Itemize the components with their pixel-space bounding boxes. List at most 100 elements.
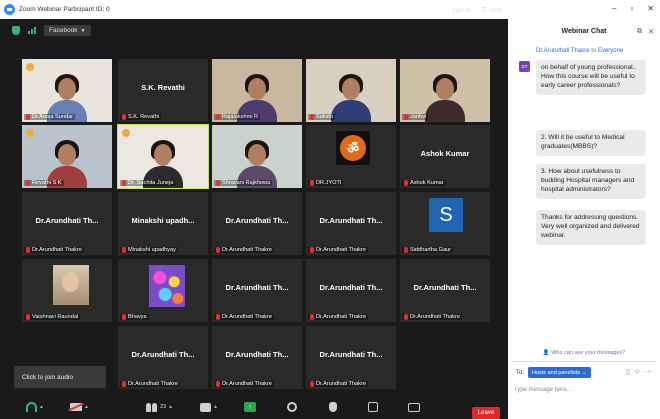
grid-view-icon: ☰ [481, 8, 488, 14]
participant-display-name: Dr.Arundhati Th... [225, 283, 289, 292]
participant-tile[interactable]: Minakshi upadh... Minakshi upadhyay [118, 192, 208, 255]
participant-name-tag: Minakshi upadhyay [120, 247, 178, 253]
muted-mic-icon [216, 114, 220, 120]
participant-tile[interactable]: Bhavya [118, 259, 208, 322]
participant-tile[interactable]: Dr.Arundhati Th... Dr.Arundhati Thakre [212, 192, 302, 255]
chat-message-input[interactable] [514, 383, 654, 397]
facebook-live-button[interactable]: Facebook ▼ [44, 25, 91, 36]
who-can-see-link[interactable]: 👤 Who can see your messages? [508, 350, 660, 356]
switch-view-button[interactable] [368, 401, 378, 413]
participant-tile[interactable]: Dr.Anoja Sundar [22, 59, 112, 122]
switch-icon [368, 402, 378, 412]
sender-audience: Everyone [597, 48, 624, 54]
maximize-icon[interactable]: ▫ [630, 4, 633, 13]
participants-button[interactable]: 23 ▲ [146, 401, 173, 413]
participant-tile[interactable]: Dr.Arundhati Th... Dr.Arundhati Thakre [212, 326, 302, 389]
participant-name-tag: S.K. Revathi [120, 114, 162, 120]
window-titlebar: Zoom Webinar Participant ID: 0 [0, 0, 508, 19]
chevron-up-icon: ▲ [168, 404, 174, 410]
participant-name-tag: Rajalakshmi R [214, 114, 261, 120]
participant-name-tag: Siddhartha Gaur [402, 247, 454, 253]
facebook-live-label: Facebook [49, 27, 78, 34]
file-icon[interactable]: ▯ [626, 368, 630, 376]
zoom-meeting-area: Zoom Webinar Participant ID: 0 Facebook … [0, 0, 508, 419]
muted-mic-icon [404, 180, 408, 186]
muted-mic-icon [26, 247, 30, 253]
participant-name-tag: Sakshi [308, 114, 335, 120]
muted-mic-icon [404, 247, 408, 253]
profile-logo-icon: ॐ [336, 131, 370, 165]
participant-tile[interactable]: Shravani Rajkhowa [212, 125, 302, 188]
participant-tile[interactable]: ॐ DR.JYOTI [306, 125, 396, 188]
participant-name: Janhvi [410, 114, 427, 120]
profile-picture [149, 265, 185, 307]
participant-display-name: Dr.Arundhati Th... [131, 350, 195, 359]
leave-button[interactable]: Leave [472, 407, 500, 419]
participant-name-tag: Ashok Kumar [402, 180, 446, 186]
participant-tile[interactable]: Dr.Arundhati Th... Dr.Arundhati Thakre [306, 259, 396, 322]
recipient-select[interactable]: Hosts and panelists ⌄ [528, 367, 591, 378]
participant-video [22, 125, 112, 188]
share-screen-button[interactable]: ↑ [244, 401, 256, 413]
participant-tile[interactable]: Vaishnavi Raundal [22, 259, 112, 322]
participant-tile[interactable]: Dr.Arundhati Th... Dr.Arundhati Thakre [22, 192, 112, 255]
participant-tile[interactable]: Dr. Sachita Juneja [117, 124, 209, 189]
muted-mic-icon [26, 180, 30, 186]
sign-in-link[interactable]: Sign in [452, 8, 470, 14]
chat-button[interactable]: ▲ [200, 401, 218, 413]
participant-tile[interactable]: Janhvi [400, 59, 490, 122]
participant-tile[interactable]: Dr.Arundhati Th... Dr.Arundhati Thakre [118, 326, 208, 389]
close-chat-icon[interactable]: ✕ [648, 28, 654, 36]
participant-tile[interactable]: Dr.Arundhati Th... Dr.Arundhati Thakre [306, 192, 396, 255]
participant-tile[interactable]: Dr.Arundhati Th... Dr.Arundhati Thakre [400, 259, 490, 322]
participant-tile[interactable]: S Siddhartha Gaur [400, 192, 490, 255]
sender-to-word: to [591, 48, 597, 54]
participants-count: 23 [160, 404, 167, 410]
record-button[interactable] [287, 401, 297, 413]
popout-icon[interactable]: ⧉ [637, 28, 642, 36]
participant-name-tag: Dr. Sachita Juneja [120, 180, 176, 186]
sender-avatar: DT [519, 61, 530, 72]
recipient-value: Hosts and panelists [532, 369, 580, 376]
emoji-icon[interactable]: ☺ [634, 368, 641, 376]
view-button[interactable]: ☰ View [481, 7, 502, 15]
muted-mic-icon [310, 247, 314, 253]
participant-tile[interactable]: S.K. Revathi S.K. Revathi [118, 59, 208, 122]
participant-tile[interactable]: Dr.Arundhati Th... Dr.Arundhati Thakre [212, 259, 302, 322]
audio-button[interactable]: ▲ [26, 401, 44, 413]
more-button[interactable] [408, 401, 420, 413]
participant-tile[interactable]: Dr.Arundhati Th... Dr.Arundhati Thakre [306, 326, 396, 389]
participant-tile[interactable]: Sakshi [306, 59, 396, 122]
participant-display-name: Dr.Arundhati Th... [413, 283, 477, 292]
brand-logo-icon [122, 129, 130, 137]
participant-name-tag: Dr.Arundhati Thakre [214, 247, 274, 253]
participant-video [306, 59, 396, 122]
participant-tile[interactable]: Ashok Kumar Ashok Kumar [400, 125, 490, 188]
more-options-icon[interactable]: ⋯ [645, 368, 652, 376]
close-window-icon[interactable]: ✕ [647, 4, 654, 13]
participant-name: Vaishnavi Raundal [32, 314, 79, 320]
who-can-see-label: Who can see your messages? [551, 350, 626, 356]
share-screen-icon: ↑ [244, 402, 256, 412]
participant-tile[interactable]: Rajalakshmi R [212, 59, 302, 122]
participant-name-tag: Bhavya [120, 314, 149, 320]
video-off-icon [70, 403, 82, 411]
raise-hand-icon [329, 402, 337, 412]
participant-tile[interactable]: Revathi S K [22, 125, 112, 188]
participant-name-tag: Shravani Rajkhowa [214, 180, 273, 186]
divider [512, 361, 656, 362]
participant-name: Dr.Arundhati Thakre [222, 247, 272, 253]
muted-mic-icon [122, 247, 126, 253]
zoom-logo-icon [4, 4, 15, 15]
video-button[interactable]: ▲ [70, 401, 89, 413]
headphones-icon [26, 402, 37, 412]
sender-name: Dr.Arundhati Thakre [536, 48, 590, 54]
raise-hand-button[interactable] [329, 401, 337, 413]
minimize-icon[interactable]: – [612, 4, 616, 13]
security-shield-icon[interactable] [12, 26, 20, 35]
participant-name: Dr.Arundhati Thakre [410, 314, 460, 320]
participant-name: DR.JYOTI [316, 180, 342, 186]
chat-message: Thanks for addressing questions. Very we… [536, 210, 646, 245]
signal-bars-icon[interactable] [28, 27, 36, 34]
participant-video [400, 59, 490, 122]
